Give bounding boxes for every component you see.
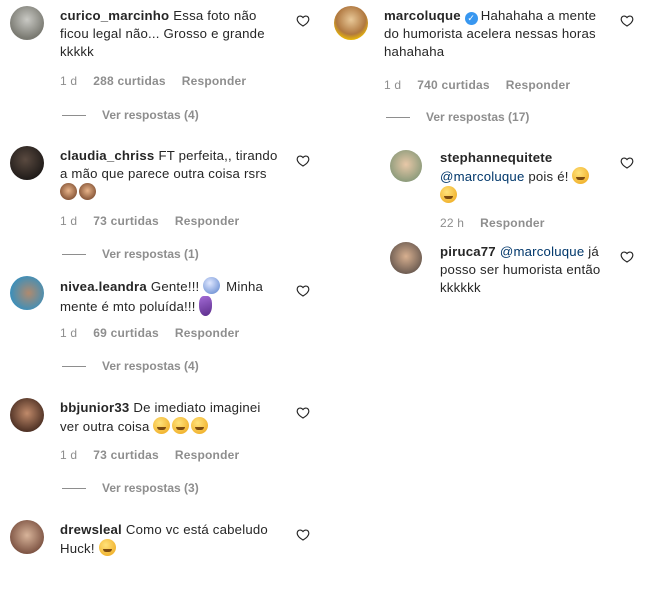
tears-of-joy-emoji-icon xyxy=(98,539,116,556)
reply-button[interactable]: Responder xyxy=(182,74,246,88)
mention-link[interactable]: @marcoluque xyxy=(440,169,525,184)
heart-outline-icon[interactable] xyxy=(620,250,634,264)
timestamp[interactable]: 1 d xyxy=(60,326,77,340)
username[interactable]: stephannequitete xyxy=(440,150,552,165)
see-no-evil-monkey-emoji-icon xyxy=(60,183,77,200)
view-replies-button[interactable]: Ver respostas (17) xyxy=(386,110,529,124)
avatar[interactable] xyxy=(10,146,44,180)
reply-button[interactable]: Responder xyxy=(175,214,239,228)
comment-meta: 1 d 73 curtidas Responder xyxy=(60,214,255,228)
view-replies-button[interactable]: Ver respostas (1) xyxy=(62,247,199,261)
timestamp[interactable]: 1 d xyxy=(384,78,401,92)
likes-count[interactable]: 73 curtidas xyxy=(93,448,159,462)
verified-badge-icon: ✓ xyxy=(464,12,478,25)
avatar[interactable] xyxy=(10,398,44,432)
reply-button[interactable]: Responder xyxy=(175,326,239,340)
view-replies-button[interactable]: Ver respostas (4) xyxy=(62,108,199,122)
divider-line xyxy=(386,117,410,119)
comment-body: drewsleal Como vc está cabeludo Huck! xyxy=(60,521,282,558)
comment-meta: 1 d 69 curtidas Responder xyxy=(60,326,255,340)
view-replies-label: Ver respostas (4) xyxy=(102,359,199,373)
zany-face-emoji-icon xyxy=(172,417,190,434)
heart-outline-icon[interactable] xyxy=(296,406,310,420)
avatar[interactable] xyxy=(390,150,422,182)
likes-count[interactable]: 288 curtidas xyxy=(93,74,165,88)
comment-meta: 1 d 288 curtidas Responder xyxy=(60,74,262,88)
view-replies-button[interactable]: Ver respostas (3) xyxy=(62,481,199,495)
view-replies-label: Ver respostas (1) xyxy=(102,247,199,261)
username[interactable]: drewsleal xyxy=(60,522,122,537)
timestamp[interactable]: 1 d xyxy=(60,74,77,88)
username[interactable]: marcoluque xyxy=(384,8,461,23)
mention-link[interactable]: @marcoluque xyxy=(500,244,585,259)
reply-body: stephannequitete @marcoluque pois é! xyxy=(440,149,610,205)
avatar[interactable] xyxy=(10,520,44,554)
reply-body: piruca77 @marcoluque já posso ser humoris… xyxy=(440,243,610,297)
timestamp[interactable]: 1 d xyxy=(60,214,77,228)
timestamp[interactable]: 1 d xyxy=(60,448,77,462)
view-replies-label: Ver respostas (4) xyxy=(102,108,199,122)
divider-line xyxy=(62,254,86,256)
avatar[interactable] xyxy=(390,242,422,274)
heart-outline-icon[interactable] xyxy=(296,154,310,168)
heart-outline-icon[interactable] xyxy=(296,528,310,542)
heart-outline-icon[interactable] xyxy=(620,14,634,28)
heart-outline-icon[interactable] xyxy=(296,284,310,298)
reply-button[interactable]: Responder xyxy=(480,216,544,230)
comment-body: bbjunior33 De imediato imaginei ver outra… xyxy=(60,399,282,436)
username[interactable]: piruca77 xyxy=(440,244,496,259)
likes-count[interactable]: 69 curtidas xyxy=(93,326,159,340)
comment-body: marcoluque ✓ Hahahaha a mente do humorista… xyxy=(384,7,606,61)
timestamp[interactable]: 22 h xyxy=(440,216,464,230)
username[interactable]: curico_marcinho xyxy=(60,8,169,23)
divider-line xyxy=(62,366,86,368)
eggplant-emoji-icon xyxy=(199,296,213,316)
reply-button[interactable]: Responder xyxy=(175,448,239,462)
view-replies-label: Ver respostas (3) xyxy=(102,481,199,495)
avatar[interactable] xyxy=(334,6,368,40)
reply-meta: 22 h Responder xyxy=(440,216,561,230)
divider-line xyxy=(62,488,86,490)
heart-outline-icon[interactable] xyxy=(296,14,310,28)
comment-text: Gente!!! xyxy=(150,279,204,294)
tears-of-joy-emoji-icon xyxy=(440,186,457,203)
view-replies-button[interactable]: Ver respostas (4) xyxy=(62,359,199,373)
comment-body: claudia_chriss FT perfeita,, tirando a mã… xyxy=(60,147,282,202)
comment-body: curico_marcinho Essa foto não ficou legal… xyxy=(60,7,282,61)
view-replies-label: Ver respostas (17) xyxy=(426,110,530,124)
tears-of-joy-emoji-icon xyxy=(572,167,590,184)
likes-count[interactable]: 740 curtidas xyxy=(417,78,489,92)
heart-outline-icon[interactable] xyxy=(620,156,634,170)
comment-meta: 1 d 740 curtidas Responder xyxy=(384,78,586,92)
flushed-face-emoji-icon xyxy=(153,417,171,434)
reply-button[interactable]: Responder xyxy=(506,78,570,92)
username[interactable]: bbjunior33 xyxy=(60,400,129,415)
see-no-evil-monkey-emoji-icon xyxy=(79,183,96,200)
comment-body: nivea.leandra Gente!!! Minha mente é mto … xyxy=(60,277,282,316)
avatar[interactable] xyxy=(10,276,44,310)
username[interactable]: nivea.leandra xyxy=(60,279,147,294)
username[interactable]: claudia_chriss xyxy=(60,148,154,163)
smiling-face-emoji-icon xyxy=(191,417,209,434)
divider-line xyxy=(62,115,86,117)
screaming-face-emoji-icon xyxy=(203,277,221,294)
comment-meta: 1 d 73 curtidas Responder xyxy=(60,448,255,462)
reply-text: pois é! xyxy=(524,169,573,184)
likes-count[interactable]: 73 curtidas xyxy=(93,214,159,228)
avatar[interactable] xyxy=(10,6,44,40)
